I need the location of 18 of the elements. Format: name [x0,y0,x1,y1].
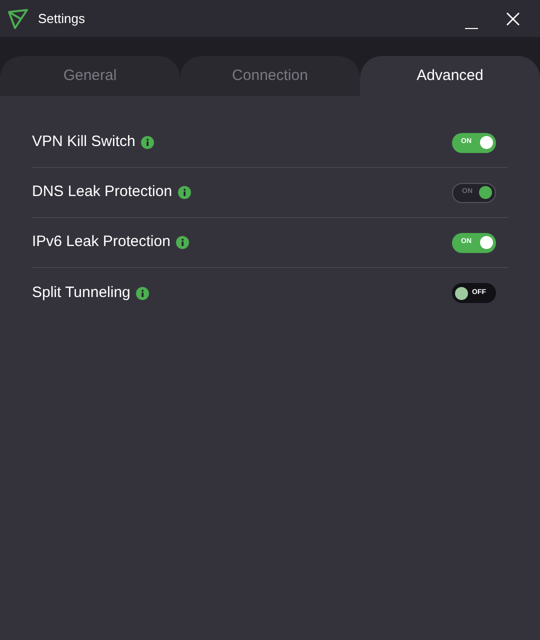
info-icon[interactable] [141,136,154,149]
toggle-knob [480,136,493,149]
close-icon [506,12,520,26]
setting-label: DNS Leak Protection [32,182,172,202]
setting-label: IPv6 Leak Protection [32,232,170,252]
toggle-knob [480,236,493,249]
tab[interactable]: Advanced [360,56,540,96]
info-icon[interactable] [178,186,192,199]
info-icon[interactable] [136,286,150,300]
setting-label: Split Tunneling [32,282,130,303]
tab[interactable]: Connection [180,56,360,96]
toggle-knob [455,286,468,300]
window-title: Settings [38,10,85,28]
toggle-knob [479,186,492,199]
setting-label: VPN Kill Switch [32,132,136,152]
logo-icon [7,8,29,30]
info-icon[interactable] [176,236,190,249]
tab[interactable]: General [0,56,180,96]
